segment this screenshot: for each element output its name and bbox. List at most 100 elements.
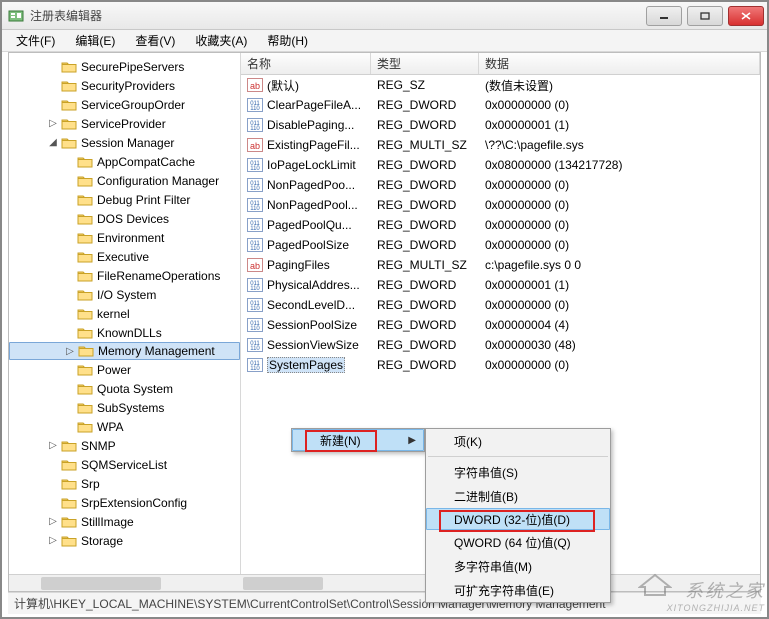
tree-item[interactable]: SubSystems xyxy=(9,398,240,417)
folder-icon xyxy=(61,458,77,472)
value-type: REG_DWORD xyxy=(371,118,479,132)
menu-view[interactable]: 查看(V) xyxy=(125,30,185,51)
value-row[interactable]: 011110NonPagedPool...REG_DWORD0x00000000… xyxy=(241,195,760,215)
value-row[interactable]: 011110PhysicalAddres...REG_DWORD0x000000… xyxy=(241,275,760,295)
value-row[interactable]: abExistingPageFil...REG_MULTI_SZ\??\C:\p… xyxy=(241,135,760,155)
value-row[interactable]: 011110SystemPagesREG_DWORD0x00000000 (0) xyxy=(241,355,760,375)
menu-help[interactable]: 帮助(H) xyxy=(257,30,318,51)
value-row[interactable]: 011110PagedPoolSizeREG_DWORD0x00000000 (… xyxy=(241,235,760,255)
tree-item-label: Configuration Manager xyxy=(97,174,219,188)
value-row[interactable]: abPagingFilesREG_MULTI_SZc:\pagefile.sys… xyxy=(241,255,760,275)
value-name-cell: 011110PagedPoolQu... xyxy=(241,218,371,232)
expand-arrow-icon[interactable]: ▷ xyxy=(47,535,59,546)
value-row[interactable]: ab(默认)REG_SZ(数值未设置) xyxy=(241,75,760,95)
expand-arrow-icon[interactable]: ▷ xyxy=(64,346,76,357)
binary-value-icon: 011110 xyxy=(247,358,263,372)
tree-item[interactable]: SQMServiceList xyxy=(9,455,240,474)
tree-horizontal-scrollbar[interactable] xyxy=(9,574,241,591)
tree-item[interactable]: SecurePipeServers xyxy=(9,57,240,76)
tree-item[interactable]: Configuration Manager xyxy=(9,171,240,190)
value-row[interactable]: 011110DisablePaging...REG_DWORD0x0000000… xyxy=(241,115,760,135)
value-data: 0x00000001 (1) xyxy=(479,278,760,292)
tree-item[interactable]: Power xyxy=(9,360,240,379)
binary-value-icon: 011110 xyxy=(247,178,263,192)
ctx-subitem[interactable]: 项(K) xyxy=(426,429,610,453)
tree-item[interactable]: WPA xyxy=(9,417,240,436)
close-button[interactable] xyxy=(728,6,764,26)
scrollbar-thumb[interactable] xyxy=(243,577,323,590)
tree-item[interactable]: ▷SNMP xyxy=(9,436,240,455)
folder-icon xyxy=(77,174,93,188)
value-type: REG_MULTI_SZ xyxy=(371,138,479,152)
value-data: 0x00000000 (0) xyxy=(479,98,760,112)
col-header-data[interactable]: 数据 xyxy=(479,53,760,74)
ctx-subitem[interactable]: 二进制值(B) xyxy=(426,484,610,508)
tree-item-label: SecurePipeServers xyxy=(81,60,184,74)
ctx-subitem[interactable]: 字符串值(S) xyxy=(426,460,610,484)
svg-text:110: 110 xyxy=(250,346,260,352)
tree-item[interactable]: ▷StillImage xyxy=(9,512,240,531)
value-row[interactable]: 011110SecondLevelD...REG_DWORD0x00000000… xyxy=(241,295,760,315)
tree-item[interactable]: ServiceGroupOrder xyxy=(9,95,240,114)
tree-item-label: SecurityProviders xyxy=(81,79,175,93)
tree-item[interactable]: SrpExtensionConfig xyxy=(9,493,240,512)
tree-item[interactable]: Srp xyxy=(9,474,240,493)
ctx-subitem[interactable]: 可扩充字符串值(E) xyxy=(426,578,610,602)
tree-item[interactable]: kernel xyxy=(9,304,240,323)
list-header: 名称 类型 数据 xyxy=(241,53,760,75)
menu-file[interactable]: 文件(F) xyxy=(6,30,65,51)
ctx-subitem[interactable]: 多字符串值(M) xyxy=(426,554,610,578)
tree-item-label: Storage xyxy=(81,534,123,548)
value-name: NonPagedPoo... xyxy=(267,178,355,192)
context-menu[interactable]: 新建(N) ▶ xyxy=(291,428,425,452)
value-row[interactable]: 011110SessionViewSizeREG_DWORD0x00000030… xyxy=(241,335,760,355)
tree-item[interactable]: SecurityProviders xyxy=(9,76,240,95)
value-name-cell: 011110SessionViewSize xyxy=(241,338,371,352)
col-header-type[interactable]: 类型 xyxy=(371,53,479,74)
tree-item-label: Srp xyxy=(81,477,100,491)
tree-item[interactable]: ▷ Storage xyxy=(9,531,240,550)
tree-item[interactable]: KnownDLLs xyxy=(9,323,240,342)
value-data: 0x00000000 (0) xyxy=(479,218,760,232)
ctx-subitem-label: DWORD (32-位)值(D) xyxy=(454,511,570,528)
scrollbar-thumb[interactable] xyxy=(41,577,161,590)
tree-pane[interactable]: SecurePipeServers SecurityProviders Servic… xyxy=(9,53,241,591)
ctx-new[interactable]: 新建(N) ▶ xyxy=(292,429,424,451)
tree-item[interactable]: ▷Memory Management xyxy=(9,342,240,360)
menu-favorites[interactable]: 收藏夹(A) xyxy=(185,30,257,51)
expand-arrow-icon[interactable]: ▷ xyxy=(47,440,59,451)
ctx-subitem[interactable]: QWORD (64 位)值(Q) xyxy=(426,530,610,554)
value-row[interactable]: 011110ClearPageFileA...REG_DWORD0x000000… xyxy=(241,95,760,115)
tree-item[interactable]: DOS Devices xyxy=(9,209,240,228)
value-data: c:\pagefile.sys 0 0 xyxy=(479,258,760,272)
col-header-name[interactable]: 名称 xyxy=(241,53,371,74)
value-type: REG_DWORD xyxy=(371,198,479,212)
tree-item[interactable]: AppCompatCache xyxy=(9,152,240,171)
expand-arrow-icon[interactable]: ◢ xyxy=(47,137,59,148)
menu-edit[interactable]: 编辑(E) xyxy=(65,30,125,51)
tree-item[interactable]: Executive xyxy=(9,247,240,266)
value-name-cell: abPagingFiles xyxy=(241,258,371,272)
value-row[interactable]: 011110SessionPoolSizeREG_DWORD0x00000004… xyxy=(241,315,760,335)
value-row[interactable]: 011110NonPagedPoo...REG_DWORD0x00000000 … xyxy=(241,175,760,195)
value-name: IoPageLockLimit xyxy=(267,158,356,172)
tree-item[interactable]: FileRenameOperations xyxy=(9,266,240,285)
expand-arrow-icon[interactable]: ▷ xyxy=(47,516,59,527)
value-data: 0x00000004 (4) xyxy=(479,318,760,332)
value-row[interactable]: 011110PagedPoolQu...REG_DWORD0x00000000 … xyxy=(241,215,760,235)
tree-item[interactable]: ▷ServiceProvider xyxy=(9,114,240,133)
tree-item[interactable]: I/O System xyxy=(9,285,240,304)
value-row[interactable]: 011110IoPageLockLimitREG_DWORD0x08000000… xyxy=(241,155,760,175)
tree-item[interactable]: Debug Print Filter xyxy=(9,190,240,209)
maximize-button[interactable] xyxy=(687,6,723,26)
minimize-button[interactable] xyxy=(646,6,682,26)
expand-arrow-icon[interactable]: ▷ xyxy=(47,118,59,129)
value-data: \??\C:\pagefile.sys xyxy=(479,138,760,152)
value-name: SessionViewSize xyxy=(267,338,359,352)
folder-icon xyxy=(61,534,77,548)
ctx-subitem[interactable]: DWORD (32-位)值(D) xyxy=(426,508,610,530)
tree-item[interactable]: ◢Session Manager xyxy=(9,133,240,152)
tree-item[interactable]: Quota System xyxy=(9,379,240,398)
tree-item[interactable]: Environment xyxy=(9,228,240,247)
context-submenu[interactable]: 项(K) 字符串值(S)二进制值(B) DWORD (32-位)值(D) QWORD … xyxy=(425,428,611,603)
